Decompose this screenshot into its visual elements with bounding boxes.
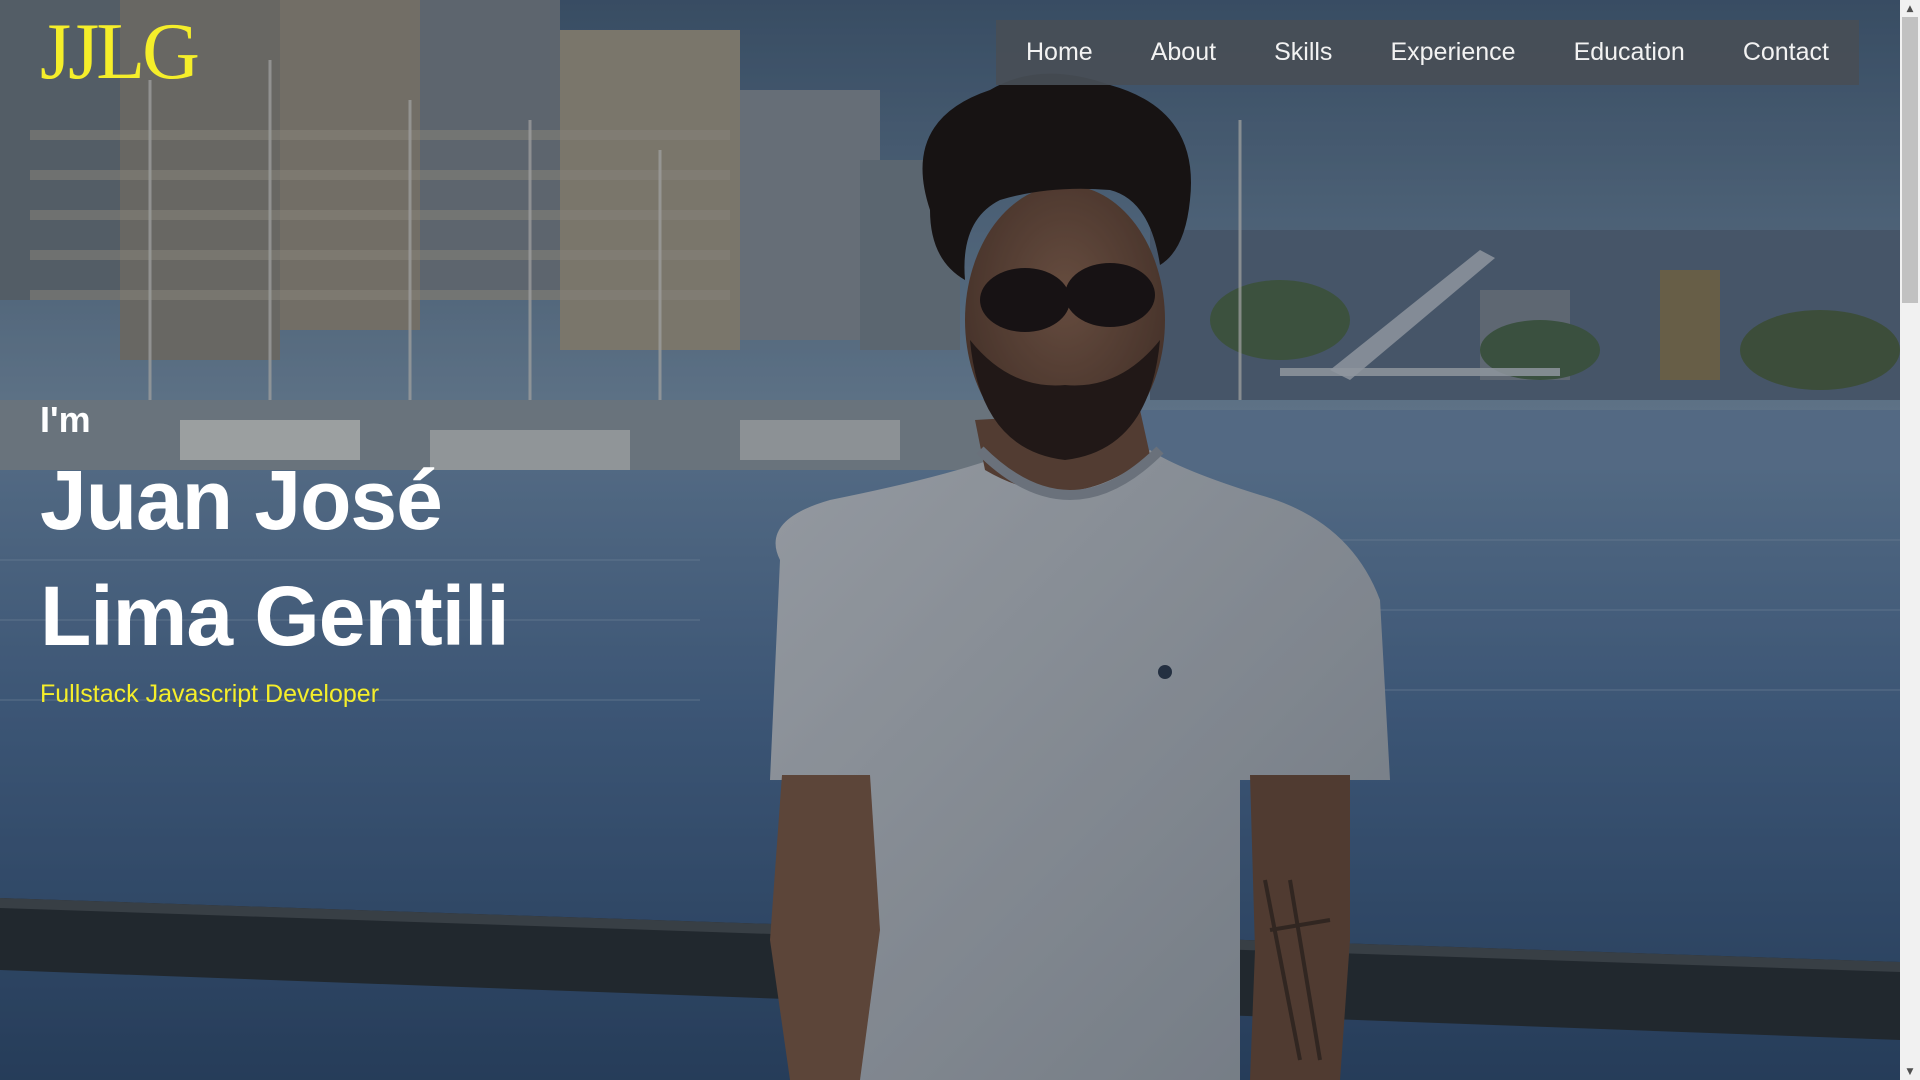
hero-name-last: Lima Gentili bbox=[40, 569, 510, 663]
site-logo[interactable]: JJLG bbox=[40, 12, 200, 92]
nav-link-contact[interactable]: Contact bbox=[1743, 38, 1829, 67]
scrollbar-thumb[interactable] bbox=[1902, 17, 1918, 303]
main-navbar: Home About Skills Experience Education C… bbox=[996, 20, 1859, 85]
hero-role: Fullstack Javascript Developer bbox=[40, 680, 380, 708]
nav-link-experience[interactable]: Experience bbox=[1390, 38, 1515, 67]
page-scrollbar[interactable]: ▲ ▼ bbox=[1900, 0, 1920, 1080]
chevron-down-icon[interactable]: ▼ bbox=[1900, 1063, 1920, 1080]
nav-link-skills[interactable]: Skills bbox=[1274, 38, 1332, 67]
hero-name-first: Juan José bbox=[40, 453, 443, 547]
hero-text: I'm Juan José Lima Gentili Fullstack Jav… bbox=[40, 398, 510, 709]
nav-link-about[interactable]: About bbox=[1151, 38, 1216, 67]
chevron-up-icon[interactable]: ▲ bbox=[1900, 0, 1920, 17]
portfolio-page: JJLG Home About Skills Experience Educat… bbox=[0, 0, 1920, 1080]
nav-link-education[interactable]: Education bbox=[1574, 38, 1685, 67]
hero-intro: I'm bbox=[40, 399, 91, 440]
nav-link-home[interactable]: Home bbox=[1026, 38, 1093, 67]
